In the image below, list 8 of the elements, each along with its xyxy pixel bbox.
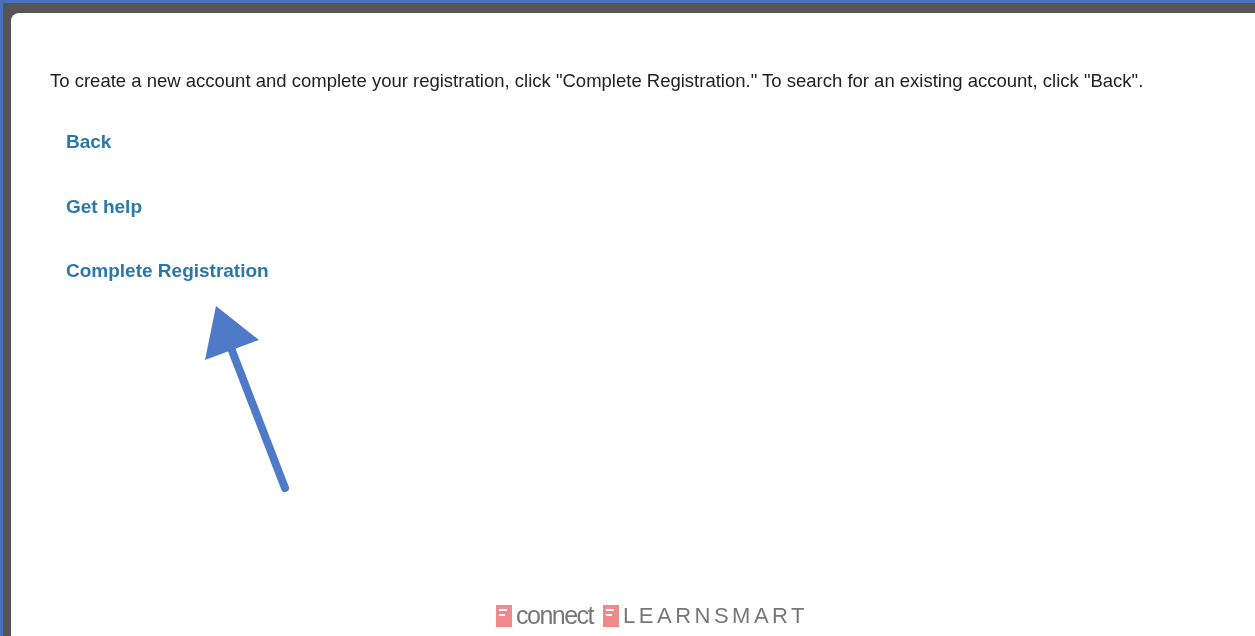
instructions-text: To create a new account and complete your registration, click "Complete Registration." To search for an existing account, click "Back". xyxy=(50,69,1145,92)
link[interactable]: Get help xyxy=(66,192,142,221)
logo-icon xyxy=(603,604,620,627)
logo-text: LEARNSMART xyxy=(623,604,809,627)
link[interactable]: Complete Registration xyxy=(66,257,269,286)
logo-text: connect xyxy=(516,603,594,628)
link[interactable]: Back xyxy=(66,128,112,157)
logo-icon xyxy=(496,604,512,627)
